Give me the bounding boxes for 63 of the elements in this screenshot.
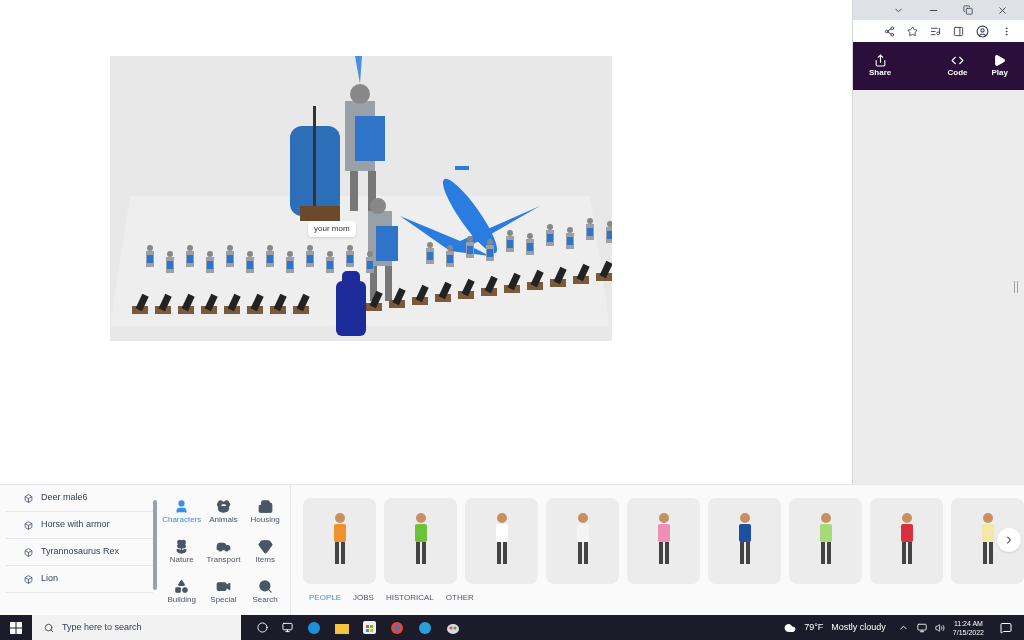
camera-icon: [215, 579, 231, 594]
category-button[interactable]: Transport: [202, 539, 245, 575]
search-placeholder: Type here to search: [62, 620, 142, 634]
object-name: Deer male6: [41, 491, 88, 505]
category-button[interactable]: Search: [244, 579, 286, 615]
character-card[interactable]: [789, 498, 862, 584]
weather-text: Mostly cloudy: [831, 620, 886, 634]
resize-handle-icon[interactable]: [1014, 281, 1018, 293]
restore-icon[interactable]: [963, 5, 973, 15]
character-tab[interactable]: OTHER: [445, 592, 474, 604]
character-tab[interactable]: JOBS: [353, 592, 374, 604]
notifications-icon[interactable]: [1000, 621, 1012, 634]
search-icon: [257, 579, 273, 594]
toolbar-button[interactable]: Code: [947, 53, 968, 79]
category-button[interactable]: Nature: [160, 539, 203, 575]
cortana-icon[interactable]: [257, 622, 268, 633]
category-button[interactable]: Housing: [244, 499, 286, 535]
cube-icon: [24, 574, 33, 584]
object-name: Horse with armor: [41, 518, 110, 532]
gem-icon: [257, 539, 273, 554]
cube-icon: [24, 547, 33, 557]
toolbar-button[interactable]: Share: [869, 53, 892, 79]
cloudy-weather-icon[interactable]: [784, 621, 797, 634]
character-card[interactable]: [465, 498, 538, 584]
category-button[interactable]: Building: [160, 579, 203, 615]
shapes-icon: [174, 579, 190, 594]
speech-bubble: your mom: [308, 221, 356, 237]
folder-icon[interactable]: [335, 621, 349, 634]
character-card[interactable]: [303, 498, 376, 584]
share-page-icon[interactable]: [884, 25, 895, 37]
play-icon: [993, 53, 1007, 67]
character-card[interactable]: [951, 498, 1024, 584]
cube-icon: [24, 493, 33, 503]
character-card[interactable]: [708, 498, 781, 584]
side-panel-icon[interactable]: [953, 25, 964, 37]
task-view-icon[interactable]: [282, 622, 293, 633]
category-button[interactable]: Animals: [202, 499, 245, 535]
volume-icon[interactable]: [934, 622, 945, 633]
character-card[interactable]: [546, 498, 619, 584]
share-icon: [873, 53, 887, 67]
object-name: Lion: [41, 572, 58, 586]
category-button[interactable]: Special: [202, 579, 245, 615]
scrollbar[interactable]: [153, 500, 157, 590]
toolbar-button[interactable]: Play: [991, 53, 1008, 79]
character-card[interactable]: [627, 498, 700, 584]
store-icon[interactable]: [363, 621, 376, 634]
object-name: Tyrannosaurus Rex: [41, 545, 120, 559]
temperature: 79°F: [804, 620, 824, 634]
search-icon: [44, 622, 54, 633]
media-list-icon[interactable]: [930, 25, 941, 37]
close-icon[interactable]: [997, 4, 1008, 16]
profile-icon[interactable]: [976, 24, 989, 38]
cube-icon: [24, 520, 33, 530]
character-tab[interactable]: HISTORICAL: [385, 592, 434, 604]
character-card[interactable]: [870, 498, 943, 584]
character-card[interactable]: [384, 498, 457, 584]
person-icon: [174, 499, 190, 514]
object-list-item[interactable]: Deer male6: [6, 485, 154, 512]
taskbar-search-field[interactable]: Type here to search: [32, 615, 241, 640]
windows-logo-icon[interactable]: [10, 621, 22, 634]
category-button[interactable]: Items: [244, 539, 286, 575]
scene-viewport[interactable]: your mom: [110, 56, 612, 341]
bookmark-star-icon[interactable]: [907, 25, 918, 37]
